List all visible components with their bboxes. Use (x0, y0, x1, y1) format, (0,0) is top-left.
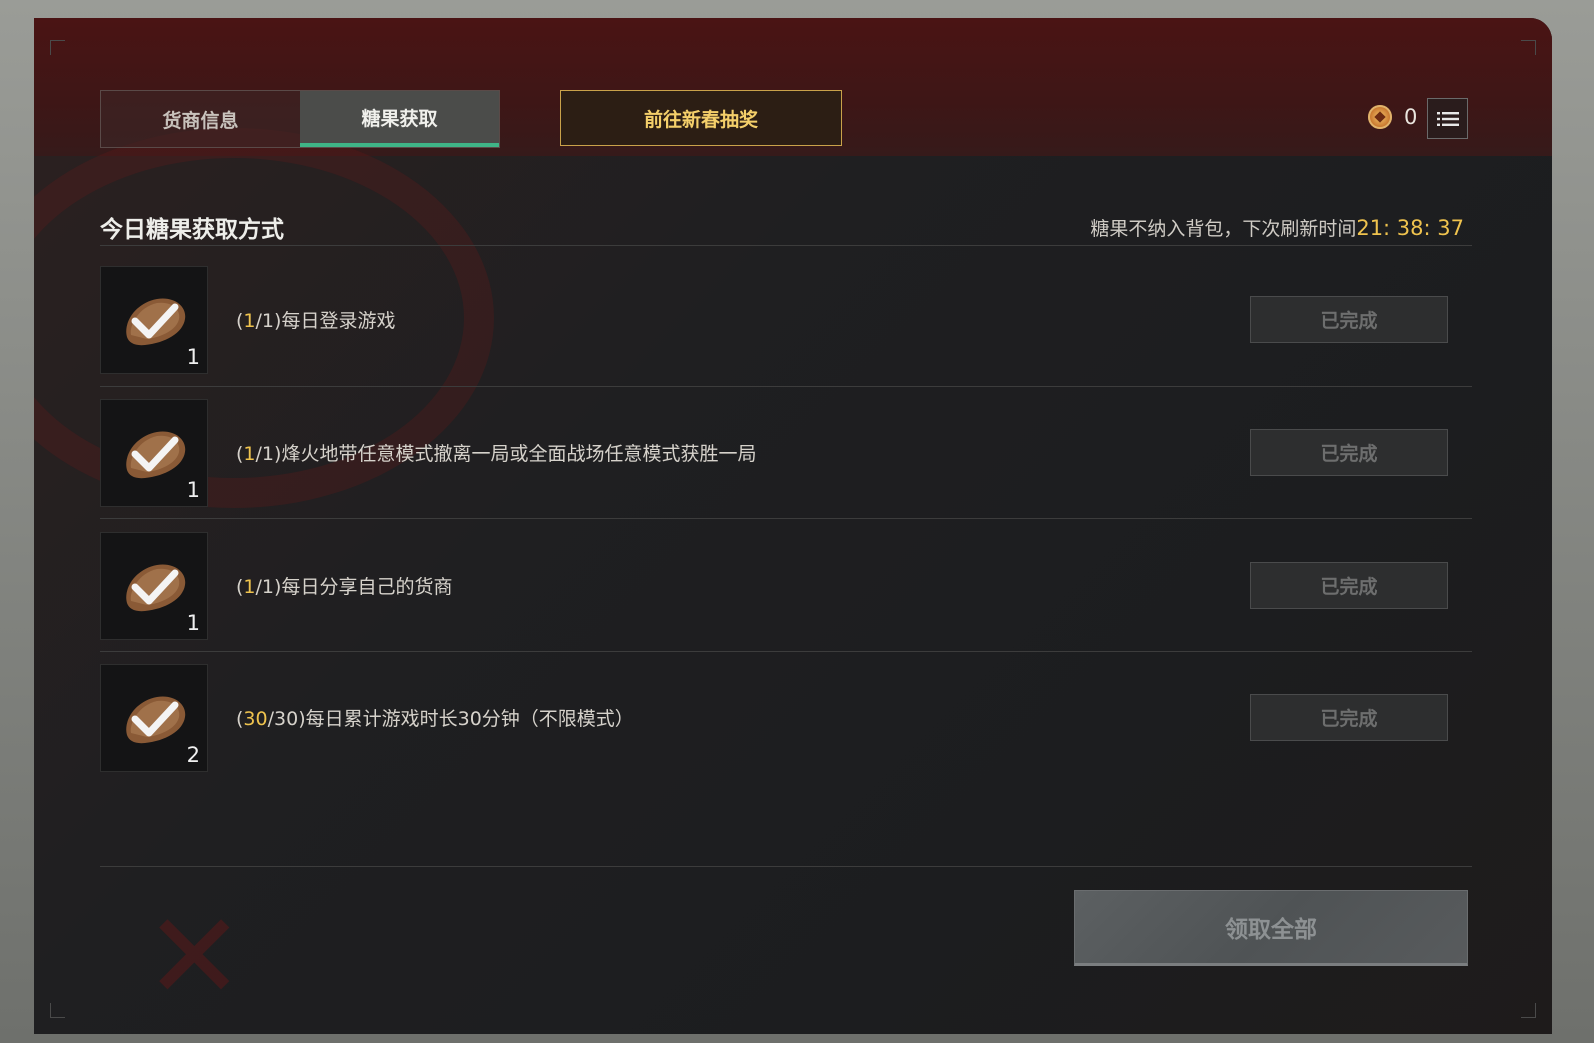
menu-button[interactable] (1427, 98, 1468, 139)
candy-check-icon (126, 564, 186, 612)
reward-slot: 2 (100, 664, 208, 772)
tab-bar: 货商信息 糖果获取 (100, 90, 500, 148)
task-row: 2 (30/30)每日累计游戏时长30分钟（不限模式） 已完成 (100, 664, 1472, 796)
divider (100, 386, 1472, 387)
reward-slot: 1 (100, 399, 208, 507)
corner-bracket (50, 1003, 65, 1018)
task-text: 每日登录游戏 (281, 310, 396, 332)
task-total: 30 (274, 708, 299, 730)
task-total: 1 (261, 310, 275, 332)
reward-quantity: 1 (186, 345, 200, 369)
go-to-lottery-button[interactable]: 前往新春抽奖 (560, 90, 842, 146)
reward-quantity: 1 (186, 611, 200, 635)
completed-button[interactable]: 已完成 (1250, 429, 1448, 476)
currency-count: 0 (1404, 105, 1418, 129)
corner-bracket (1521, 40, 1536, 55)
refresh-info: 糖果不纳入背包，下次刷新时间 21: 38: 37 (1090, 214, 1464, 241)
task-text: 每日分享自己的货商 (281, 576, 453, 598)
task-progress: 30 (243, 708, 268, 730)
tab-merchant-info[interactable]: 货商信息 (101, 91, 300, 147)
reward-quantity: 2 (186, 743, 200, 767)
currency-display: 0 (1368, 105, 1417, 129)
divider (100, 866, 1472, 867)
task-progress: 1 (243, 310, 256, 332)
completed-button[interactable]: 已完成 (1250, 296, 1448, 343)
completed-button[interactable]: 已完成 (1250, 694, 1448, 741)
task-description: (1/1)每日分享自己的货商 (236, 576, 453, 598)
task-row: 1 (1/1)烽火地带任意模式撤离一局或全面战场任意模式获胜一局 已完成 (100, 399, 1472, 531)
reward-quantity: 1 (186, 478, 200, 502)
task-description: (1/1)每日登录游戏 (236, 310, 396, 332)
task-text: 烽火地带任意模式撤离一局或全面战场任意模式获胜一局 (281, 443, 757, 465)
reward-slot: 1 (100, 532, 208, 640)
claim-all-button[interactable]: 领取全部 (1074, 890, 1468, 966)
section-title: 今日糖果获取方式 (100, 217, 284, 243)
task-progress: 1 (243, 443, 256, 465)
task-total: 1 (261, 576, 275, 598)
list-icon (1436, 111, 1459, 126)
task-text: 每日累计游戏时长30分钟（不限模式） (305, 708, 634, 730)
divider (100, 245, 1472, 246)
coin-icon (1368, 105, 1392, 129)
task-row: 1 (1/1)每日登录游戏 已完成 (100, 266, 1472, 398)
refresh-prefix: 糖果不纳入背包，下次刷新时间 (1090, 218, 1357, 240)
decorative-mark: ✕ (144, 888, 245, 1027)
divider (100, 651, 1472, 652)
candy-panel: ✕ 货商信息 糖果获取 前往新春抽奖 0 今日糖果获取方式 糖果不纳入背包，下次… (34, 18, 1552, 1034)
completed-button[interactable]: 已完成 (1250, 562, 1448, 609)
reward-slot: 1 (100, 266, 208, 374)
tab-candy-acquire[interactable]: 糖果获取 (300, 91, 499, 147)
task-description: (1/1)烽火地带任意模式撤离一局或全面战场任意模式获胜一局 (236, 443, 757, 465)
refresh-timer: 21: 38: 37 (1356, 216, 1464, 240)
task-progress: 1 (243, 576, 256, 598)
corner-bracket (50, 40, 65, 55)
task-row: 1 (1/1)每日分享自己的货商 已完成 (100, 532, 1472, 664)
corner-bracket (1521, 1003, 1536, 1018)
task-total: 1 (261, 443, 275, 465)
task-description: (30/30)每日累计游戏时长30分钟（不限模式） (236, 708, 634, 730)
candy-check-icon (126, 298, 186, 346)
candy-check-icon (126, 431, 186, 479)
candy-check-icon (126, 696, 186, 744)
divider (100, 518, 1472, 519)
